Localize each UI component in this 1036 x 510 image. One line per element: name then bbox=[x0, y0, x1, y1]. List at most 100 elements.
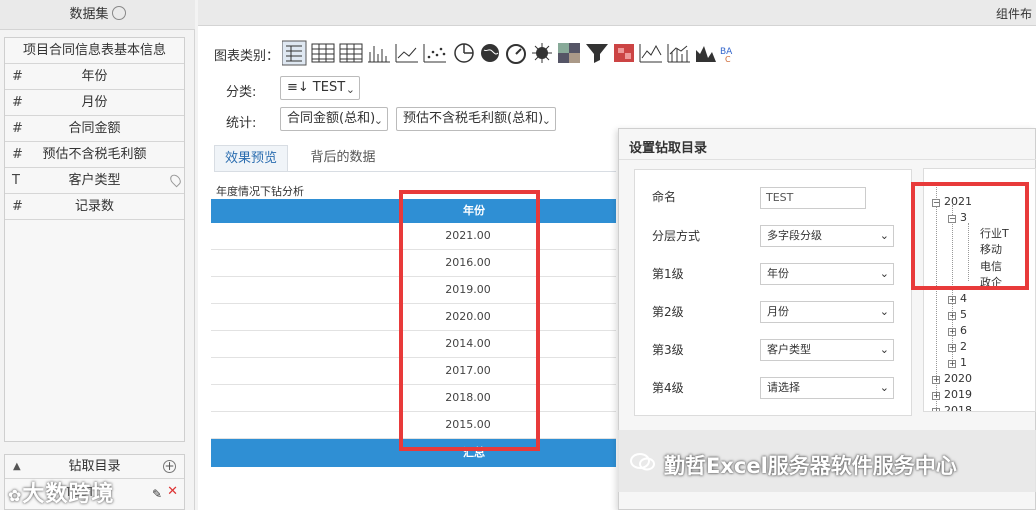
watermark-logo-icon: ✿​ bbox=[8, 486, 23, 505]
category-label: 分类: bbox=[226, 85, 257, 100]
watermark-left: ✿​大数跨境 bbox=[8, 476, 114, 508]
stat1-value: 合同金额(总和) bbox=[287, 111, 376, 126]
tree-node-5[interactable]: +5 bbox=[948, 308, 967, 321]
field-item-month[interactable]: # 月份 bbox=[5, 90, 184, 116]
chart-type-icons[interactable]: BA C bbox=[281, 40, 742, 66]
table-title: 年度情况下钻分析 bbox=[216, 185, 304, 198]
dataset-title: 数据集 bbox=[69, 7, 109, 22]
tree-node-label: 6 bbox=[960, 324, 967, 337]
tree-node-2018[interactable]: +2018 bbox=[932, 404, 972, 412]
field-label: 合同金额 bbox=[68, 121, 121, 136]
name-label: 命名 bbox=[652, 190, 677, 204]
chevron-down-icon: ⌄ bbox=[541, 114, 551, 127]
text-type-icon: T bbox=[12, 173, 20, 188]
level1-value: 年份 bbox=[767, 267, 789, 280]
tree-node-label: 5 bbox=[960, 308, 967, 321]
delete-icon[interactable]: ✕ bbox=[167, 481, 178, 503]
layer-value: 多字段分级 bbox=[767, 229, 822, 242]
expand-icon[interactable]: + bbox=[932, 408, 940, 411]
chevron-down-icon: ⌄ bbox=[345, 83, 355, 96]
location-pin-icon bbox=[168, 172, 183, 188]
area-chart-icon bbox=[696, 46, 716, 62]
expand-icon[interactable]: + bbox=[948, 296, 956, 304]
dataset-name-row[interactable]: 项目合同信息表基本信息 bbox=[5, 38, 184, 64]
expand-icon[interactable]: + bbox=[948, 328, 956, 336]
tree-node-6[interactable]: +6 bbox=[948, 324, 967, 337]
expand-icon[interactable]: + bbox=[932, 392, 940, 400]
add-drill-icon[interactable]: + bbox=[163, 460, 176, 473]
level3-value: 客户类型 bbox=[767, 343, 811, 356]
stat2-value: 预估不含税毛利额(总和) bbox=[403, 111, 544, 126]
combo-chart-icon bbox=[667, 44, 690, 63]
dialog-divider bbox=[619, 159, 1036, 160]
chevron-down-icon: ⌄ bbox=[879, 229, 889, 242]
tree-node-2019[interactable]: +2019 bbox=[932, 388, 972, 401]
dataset-header: 数据集 bbox=[0, 0, 195, 30]
wechat-icon bbox=[630, 453, 655, 471]
area-line-icon bbox=[639, 44, 662, 63]
tree-node-label: 1 bbox=[960, 356, 967, 369]
top-strip: 组件布 bbox=[198, 0, 1036, 26]
globe-icon bbox=[481, 44, 499, 62]
tree-node-label: 2019 bbox=[944, 388, 972, 401]
level3-label: 第3级 bbox=[652, 343, 684, 357]
number-type-icon: # bbox=[12, 95, 23, 110]
expand-icon[interactable]: + bbox=[948, 360, 956, 368]
level4-value: 请选择 bbox=[767, 381, 800, 394]
chevron-down-icon: ⌄ bbox=[373, 114, 383, 127]
tree-node-2[interactable]: +2 bbox=[948, 340, 967, 353]
tree-node-4[interactable]: +4 bbox=[948, 292, 967, 305]
layer-select[interactable]: 多字段分级 ⌄ bbox=[760, 225, 894, 247]
sort-icon: ≡↓ bbox=[287, 80, 309, 95]
tree-node-1[interactable]: +1 bbox=[948, 356, 967, 369]
level3-select[interactable]: 客户类型 ⌄ bbox=[760, 339, 894, 361]
level2-select[interactable]: 月份 ⌄ bbox=[760, 301, 894, 323]
field-label: 月份 bbox=[81, 95, 108, 110]
expand-icon[interactable]: + bbox=[948, 312, 956, 320]
tree-node-label: 2018 bbox=[944, 404, 972, 412]
stat-select-2[interactable]: 预估不含税毛利额(总和) ⌄ bbox=[396, 107, 556, 131]
gear-icon[interactable] bbox=[111, 6, 126, 20]
chevron-down-icon: ⌄ bbox=[879, 343, 889, 356]
watermark-right: 勤哲Excel服务器软件服务中心 bbox=[664, 454, 957, 478]
tree-node-label: 2 bbox=[960, 340, 967, 353]
chevron-down-icon: ⌄ bbox=[879, 267, 889, 280]
category-select[interactable]: ≡↓ TEST ⌄ bbox=[280, 76, 360, 100]
level2-label: 第2级 bbox=[652, 305, 684, 319]
field-label: 预估不含税毛利额 bbox=[42, 147, 147, 162]
tree-node-2020[interactable]: +2020 bbox=[932, 372, 972, 385]
name-input[interactable]: TEST bbox=[760, 187, 866, 209]
expand-icon[interactable]: + bbox=[948, 344, 956, 352]
stat-label: 统计: bbox=[226, 116, 257, 131]
tree-node-label: 4 bbox=[960, 292, 967, 305]
tab-divider bbox=[214, 171, 616, 172]
funnel-icon bbox=[586, 44, 608, 63]
field-list: 项目合同信息表基本信息 # 年份 # 月份 # 合同金额 # 预估不含税毛利额 … bbox=[4, 37, 185, 442]
number-type-icon: # bbox=[12, 121, 23, 136]
level4-label: 第4级 bbox=[652, 381, 684, 395]
expand-icon[interactable]: + bbox=[932, 376, 940, 384]
bar-chart-icon bbox=[368, 46, 390, 63]
number-type-icon: # bbox=[12, 199, 23, 214]
component-label: 组件布 bbox=[995, 7, 1032, 21]
field-item-customer-type[interactable]: T 客户类型 bbox=[5, 168, 184, 194]
field-item-gross-profit[interactable]: # 预估不含税毛利额 bbox=[5, 142, 184, 168]
tree-node-label: 2020 bbox=[944, 372, 972, 385]
field-item-contract-amount[interactable]: # 合同金额 bbox=[5, 116, 184, 142]
number-type-icon: # bbox=[12, 147, 23, 162]
edit-icon[interactable]: ✎ bbox=[152, 483, 162, 505]
field-item-record-count[interactable]: # 记录数 bbox=[5, 194, 184, 220]
stat-select-1[interactable]: 合同金额(总和) ⌄ bbox=[280, 107, 388, 131]
tab-preview[interactable]: 效果预览 bbox=[214, 145, 288, 171]
tab-data[interactable]: 背后的数据 bbox=[300, 145, 386, 171]
level1-select[interactable]: 年份 ⌄ bbox=[760, 263, 894, 285]
svg-text:C: C bbox=[725, 55, 731, 64]
number-type-icon: # bbox=[12, 69, 23, 84]
scatter-icon bbox=[423, 44, 446, 63]
line-chart-icon bbox=[395, 44, 418, 63]
watermark-left-text: 大数跨境 bbox=[22, 482, 115, 507]
chevron-down-icon: ⌄ bbox=[879, 381, 889, 394]
field-item-year[interactable]: # 年份 bbox=[5, 64, 184, 90]
drill-form: 命名 TEST 分层方式 多字段分级 ⌄ 第1级 年份 ⌄ 第2级 月份 ⌄ 第3级 … bbox=[634, 169, 912, 416]
level4-select[interactable]: 请选择 ⌄ bbox=[760, 377, 894, 399]
